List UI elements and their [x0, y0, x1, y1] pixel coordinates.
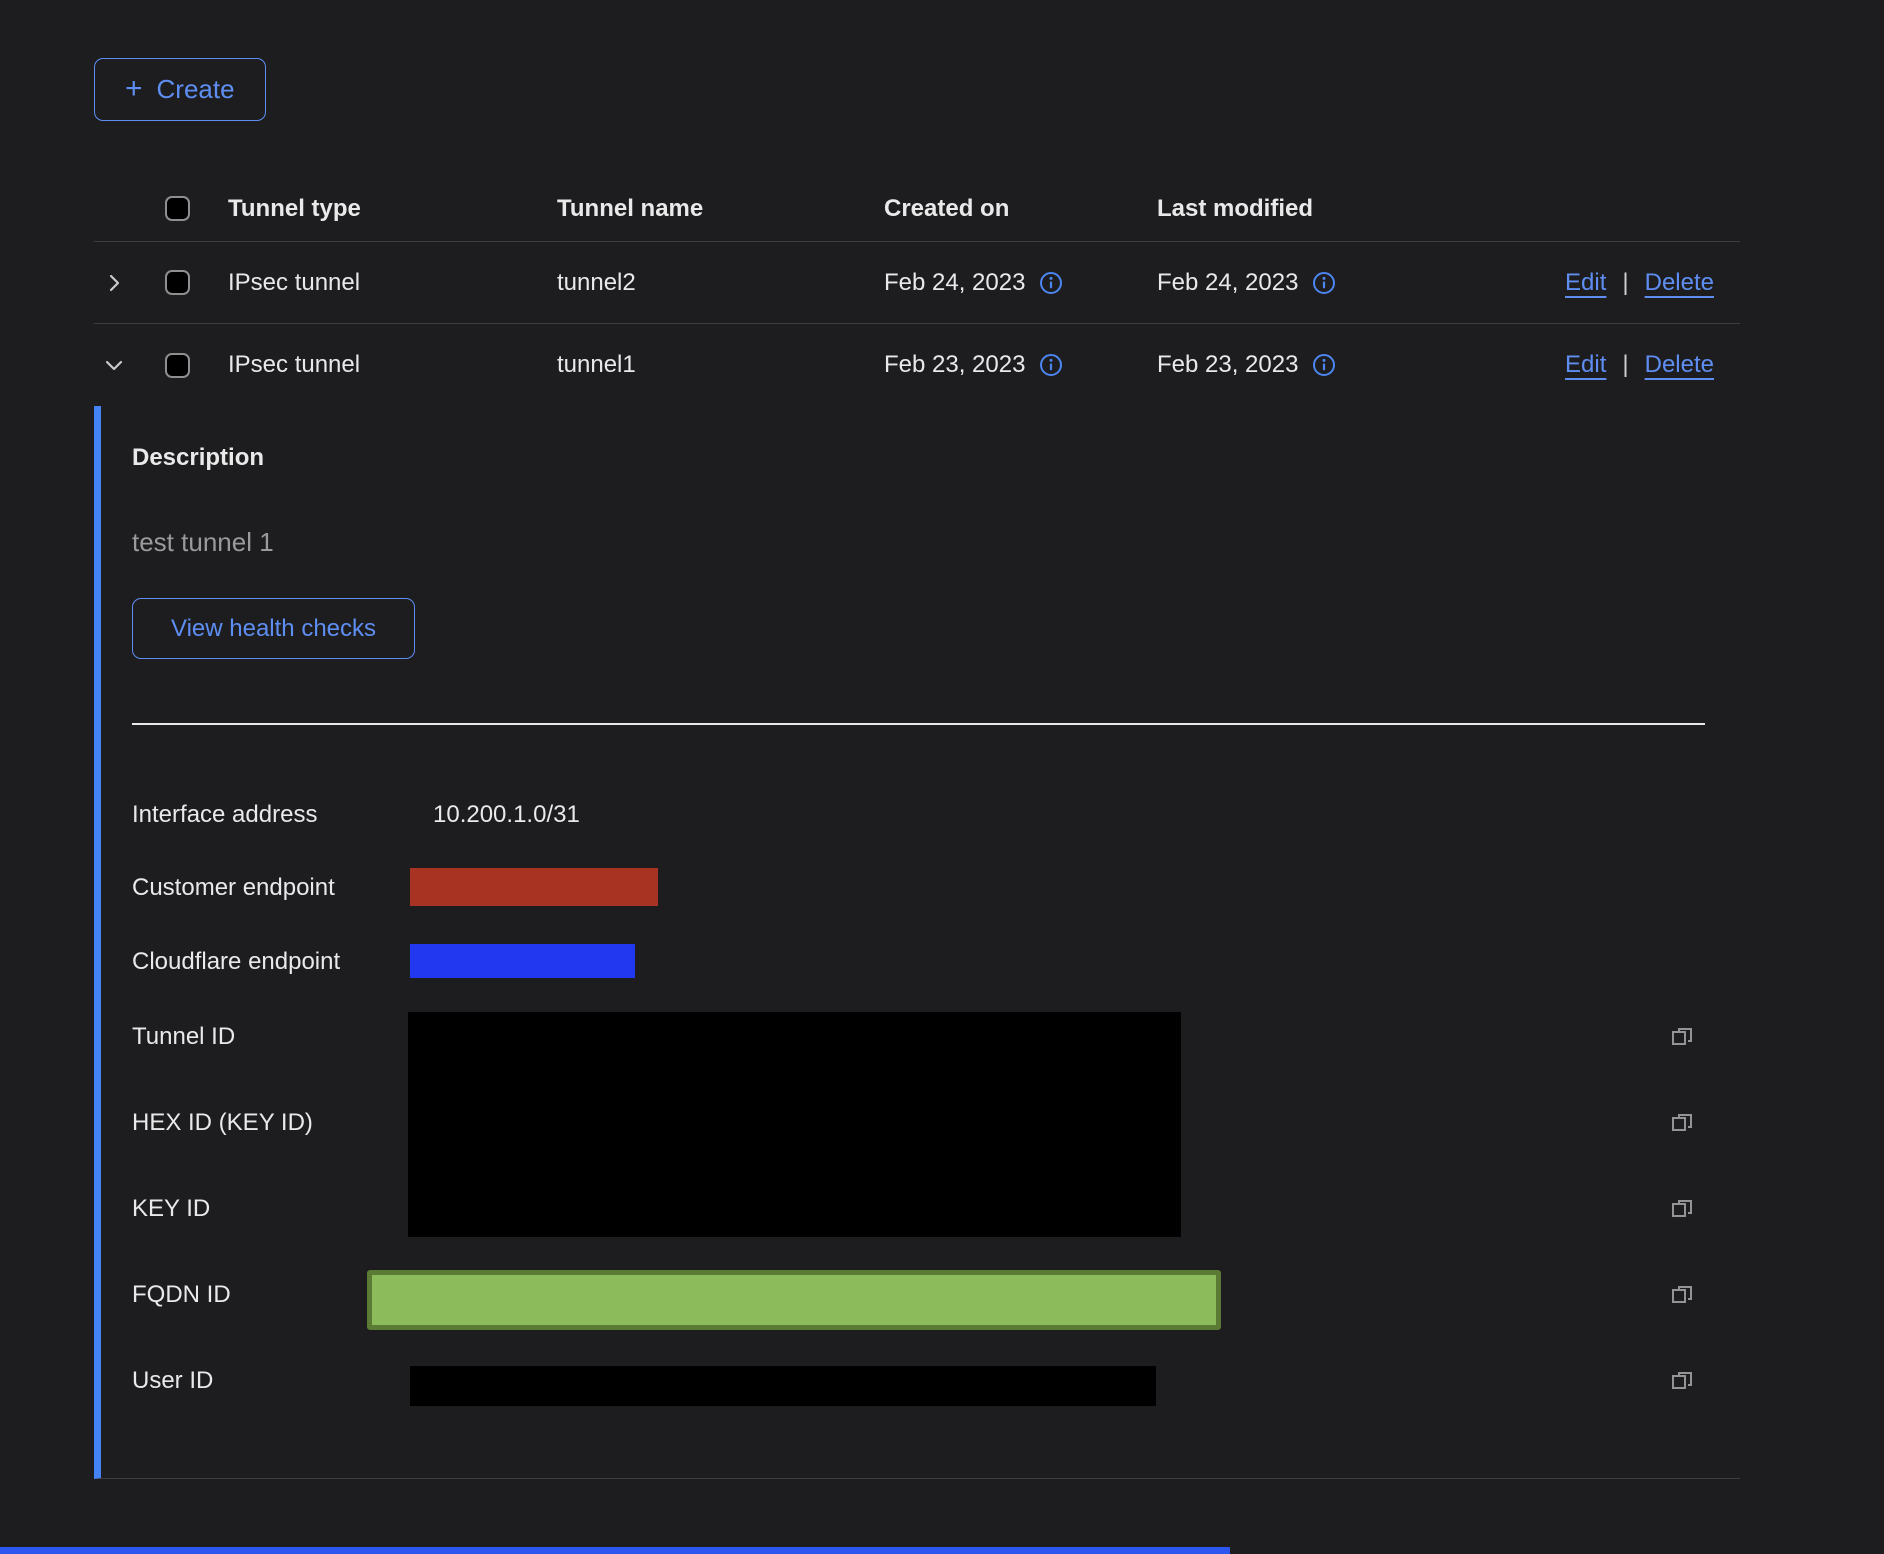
- chevron-right-icon[interactable]: [102, 271, 126, 295]
- table-row-tunnel2: IPsec tunnel tunnel2 Feb 24, 2023 Feb 24…: [94, 242, 1740, 324]
- hex-id-label: HEX ID (KEY ID): [132, 1108, 313, 1138]
- customer-endpoint-redaction: [410, 868, 658, 906]
- action-separator: |: [1622, 269, 1628, 297]
- cloudflare-endpoint-redaction: [410, 944, 635, 978]
- user-id-redaction: [410, 1366, 1156, 1406]
- create-button-label: Create: [157, 74, 235, 105]
- tunnel-name-cell: tunnel1: [557, 351, 884, 379]
- header-last-modified: Last modified: [1157, 195, 1453, 223]
- create-button[interactable]: + Create: [94, 58, 266, 121]
- header-created-on: Created on: [884, 195, 1157, 223]
- info-icon[interactable]: [1312, 353, 1336, 377]
- customer-endpoint-label: Customer endpoint: [132, 873, 335, 903]
- tunnel-type-cell: IPsec tunnel: [228, 269, 557, 297]
- last-modified-cell: Feb 24, 2023: [1157, 269, 1298, 297]
- tunnels-page: + Create Tunnel type Tunnel name Created…: [0, 0, 1884, 1554]
- edit-link[interactable]: Edit: [1565, 351, 1606, 379]
- created-on-cell: Feb 23, 2023: [884, 351, 1025, 379]
- section-divider: [132, 723, 1705, 725]
- key-id-label: KEY ID: [132, 1194, 210, 1224]
- view-health-checks-button[interactable]: View health checks: [132, 598, 415, 659]
- bottom-blue-strip: [0, 1547, 1230, 1554]
- interface-address-label: Interface address: [132, 800, 317, 830]
- delete-link[interactable]: Delete: [1645, 351, 1714, 379]
- created-on-cell: Feb 24, 2023: [884, 269, 1025, 297]
- edit-link[interactable]: Edit: [1565, 269, 1606, 297]
- info-icon[interactable]: [1039, 271, 1063, 295]
- copy-icon[interactable]: [1668, 1196, 1696, 1224]
- copy-icon[interactable]: [1668, 1282, 1696, 1310]
- chevron-down-icon[interactable]: [102, 353, 126, 377]
- delete-link[interactable]: Delete: [1645, 269, 1714, 297]
- cloudflare-endpoint-label: Cloudflare endpoint: [132, 947, 340, 977]
- tunnel-name-cell: tunnel2: [557, 269, 884, 297]
- description-label: Description: [132, 443, 264, 473]
- info-icon[interactable]: [1039, 353, 1063, 377]
- header-tunnel-name: Tunnel name: [557, 195, 884, 223]
- last-modified-cell: Feb 23, 2023: [1157, 351, 1298, 379]
- select-all-checkbox[interactable]: [165, 196, 190, 221]
- ids-redaction-block: [408, 1012, 1181, 1237]
- fqdn-id-redaction: [367, 1270, 1221, 1330]
- tunnels-table: Tunnel type Tunnel name Created on Last …: [94, 176, 1740, 406]
- row-checkbox[interactable]: [165, 270, 190, 295]
- info-icon[interactable]: [1312, 271, 1336, 295]
- plus-icon: +: [125, 74, 143, 104]
- table-row-tunnel1: IPsec tunnel tunnel1 Feb 23, 2023 Feb 23…: [94, 324, 1740, 406]
- interface-address-value: 10.200.1.0/31: [433, 800, 580, 830]
- copy-icon[interactable]: [1668, 1368, 1696, 1396]
- fqdn-id-label: FQDN ID: [132, 1280, 231, 1310]
- action-separator: |: [1622, 351, 1628, 379]
- row-checkbox[interactable]: [165, 353, 190, 378]
- table-header-row: Tunnel type Tunnel name Created on Last …: [94, 176, 1740, 242]
- user-id-label: User ID: [132, 1366, 213, 1396]
- tunnel-id-label: Tunnel ID: [132, 1022, 235, 1052]
- copy-icon[interactable]: [1668, 1110, 1696, 1138]
- tunnel-type-cell: IPsec tunnel: [228, 351, 557, 379]
- copy-icon[interactable]: [1668, 1024, 1696, 1052]
- description-value: test tunnel 1: [132, 527, 274, 557]
- header-tunnel-type: Tunnel type: [228, 195, 557, 223]
- tunnel-detail-panel: Description test tunnel 1 View health ch…: [94, 406, 1740, 1479]
